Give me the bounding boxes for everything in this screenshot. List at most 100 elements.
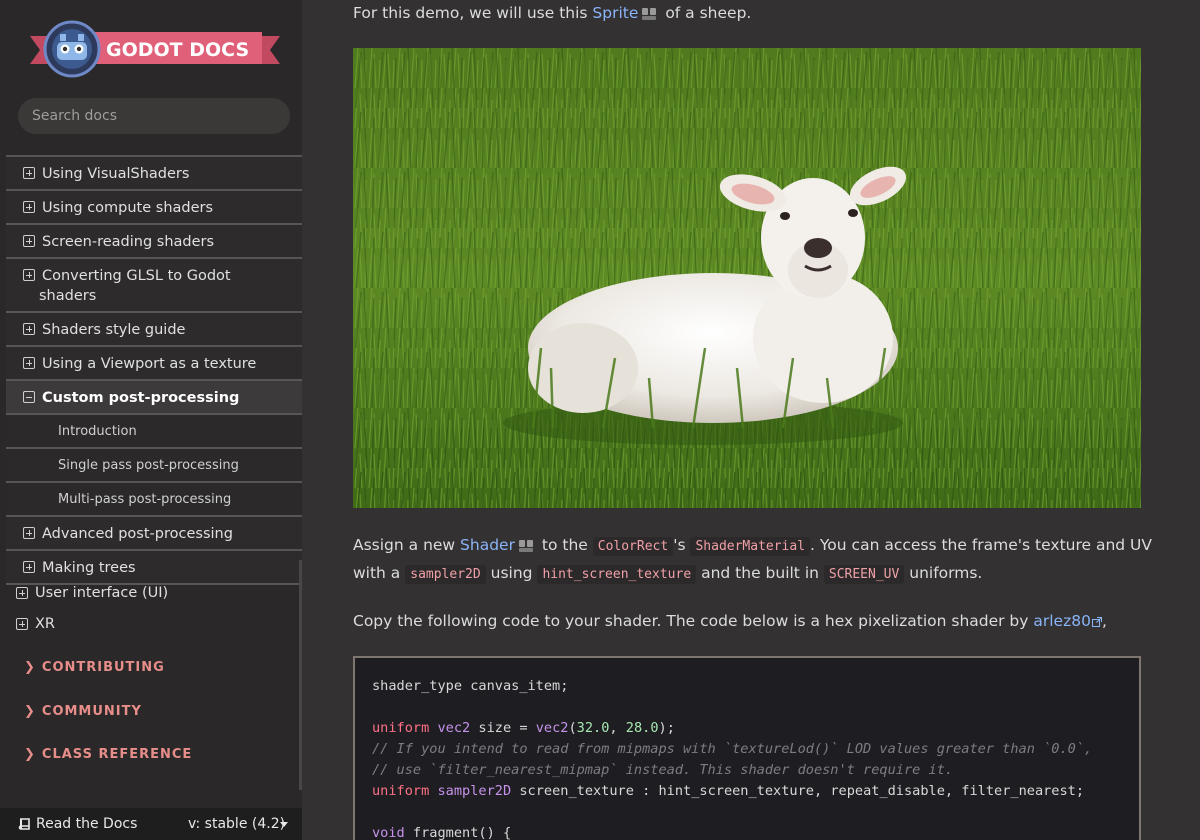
toc-item-using-visualshaders[interactable]: Using VisualShaders — [6, 157, 302, 191]
text: Copy the following code to your shader. … — [353, 612, 1034, 630]
code-number: 28.0 — [625, 720, 659, 736]
text: with a — [353, 564, 406, 582]
sprite-link[interactable]: Sprite — [592, 4, 638, 22]
toc-item-label: Introduction — [58, 424, 137, 439]
collapse-minus-icon[interactable] — [23, 391, 35, 403]
godot-docs-logo[interactable]: GODOT DOCS — [22, 18, 286, 80]
text: uniforms. — [904, 564, 983, 582]
toc-tree: Using VisualShaders Using compute shader… — [6, 157, 302, 585]
text: and the built in — [696, 564, 824, 582]
chevron-right-icon: ❯ — [24, 704, 36, 719]
toc-item-label: Custom post-processing — [42, 390, 240, 406]
inline-code-screen-uv: SCREEN_UV — [823, 565, 905, 584]
toc-item-label: Multi-pass post-processing — [58, 492, 232, 507]
paragraph-intro: For this demo, we will use this Sprite o… — [353, 0, 1153, 27]
expand-plus-icon[interactable] — [23, 527, 35, 539]
doc-badge-icon — [642, 7, 657, 20]
code-text: ( — [568, 720, 577, 736]
search-input[interactable] — [18, 98, 290, 134]
expand-plus-icon[interactable] — [23, 323, 35, 335]
shader-code: shader_type canvas_item; uniform vec2 si… — [372, 676, 1092, 840]
inline-code-sampler2d: sampler2D — [405, 565, 486, 584]
inline-code-shadermaterial: ShaderMaterial — [690, 537, 811, 556]
arlez80-link[interactable]: arlez80 — [1033, 612, 1091, 630]
code-block[interactable]: shader_type canvas_item; uniform vec2 si… — [353, 656, 1141, 840]
text: to the — [536, 536, 593, 554]
rtd-label: Read the Docs — [36, 816, 138, 832]
code-type: void — [372, 825, 405, 840]
toc-item-xr[interactable]: XR — [0, 609, 302, 640]
caption-label: CLASS REFERENCE — [41, 747, 193, 762]
chevron-right-icon: ❯ — [24, 747, 36, 762]
paragraph-assign-shader: Assign a new Shader to the ColorRect's S… — [353, 532, 1153, 588]
expand-plus-icon[interactable] — [16, 618, 28, 630]
toc-item-screen-reading-shaders[interactable]: Screen-reading shaders — [6, 225, 302, 259]
text: 's — [673, 536, 691, 554]
toc-item-converting-glsl[interactable]: Converting GLSL to Godot shaders — [6, 259, 302, 313]
version-selector[interactable]: v: stable (4.2) — [188, 808, 285, 840]
text: . You can access the frame's texture and… — [810, 536, 1153, 554]
sheep-image — [353, 48, 1141, 508]
toc-item-label: Using VisualShaders — [42, 166, 190, 182]
toc-item-label: Screen-reading shaders — [42, 234, 215, 250]
code-text: screen_texture : hint_screen_texture, re… — [511, 783, 1085, 799]
text: using — [485, 564, 538, 582]
code-text: , — [609, 720, 626, 736]
chevron-right-icon: ❯ — [24, 660, 36, 675]
toc-item-label: XR — [35, 616, 56, 632]
code-text: size = — [470, 720, 536, 736]
sidebar: GODOT DOCS Using VisualShaders Using com… — [0, 0, 302, 840]
toc-item-label: Advanced post-processing — [42, 526, 233, 542]
expand-plus-icon[interactable] — [23, 167, 35, 179]
code-keyword: uniform — [372, 720, 430, 736]
toc-item-label: User interface (UI) — [35, 585, 169, 601]
code-keyword: uniform — [372, 783, 430, 799]
toc-item-label: Using a Viewport as a texture — [42, 356, 257, 372]
text: , — [1101, 612, 1107, 630]
expand-plus-icon[interactable] — [16, 587, 28, 599]
toc-item-label: Using compute shaders — [42, 200, 214, 216]
inline-code-colorrect: ColorRect — [592, 537, 674, 556]
caption-community[interactable]: ❯ COMMUNITY — [24, 704, 142, 719]
toc-item-label: Shaders style guide — [42, 322, 186, 338]
toc-item-shaders-style-guide[interactable]: Shaders style guide — [6, 313, 302, 347]
expand-plus-icon[interactable] — [23, 269, 35, 281]
text: For this demo, we will use this — [353, 4, 593, 22]
caption-contributing[interactable]: ❯ CONTRIBUTING — [24, 660, 165, 675]
caption-label: CONTRIBUTING — [41, 660, 165, 675]
toc-item-user-interface[interactable]: User interface (UI) — [0, 578, 302, 609]
code-comment: // use `filter_nearest_mipmap` instead. … — [372, 762, 954, 778]
expand-plus-icon[interactable] — [23, 201, 35, 213]
text: Assign a new — [353, 536, 461, 554]
caption-class-reference[interactable]: ❯ CLASS REFERENCE — [24, 747, 192, 762]
toc-item-label: Single pass post-processing — [58, 458, 239, 473]
toc-item-advanced-post-processing[interactable]: Advanced post-processing — [6, 517, 302, 551]
toc-item-label-line1: Converting GLSL to Godot — [42, 268, 231, 284]
toc-item-viewport-texture[interactable]: Using a Viewport as a texture — [6, 347, 302, 381]
code-line: shader_type canvas_item; — [372, 678, 569, 694]
toc-item-custom-post-processing[interactable]: Custom post-processing — [6, 381, 302, 415]
shader-link[interactable]: Shader — [460, 536, 515, 554]
toc-subitem-single-pass[interactable]: Single pass post-processing — [6, 449, 302, 483]
external-link-icon — [1091, 616, 1102, 627]
main-content: For this demo, we will use this Sprite o… — [302, 0, 1200, 840]
logo-text: GODOT DOCS — [106, 39, 249, 61]
toc-item-label-line2: shaders — [39, 288, 97, 304]
toc-level1: User interface (UI) XR — [0, 578, 302, 640]
text: of a sheep. — [660, 4, 752, 22]
code-number: 32.0 — [576, 720, 610, 736]
toc-subitem-multi-pass[interactable]: Multi-pass post-processing — [6, 483, 302, 517]
code-text: ); — [658, 720, 675, 736]
expand-plus-icon[interactable] — [23, 357, 35, 369]
expand-plus-icon[interactable] — [23, 561, 35, 573]
toc-subitem-introduction[interactable]: Introduction — [6, 415, 302, 449]
read-the-docs-bar[interactable]: Read the Docs v: stable (4.2) — [0, 808, 302, 840]
doc-badge-icon — [518, 539, 533, 552]
expand-plus-icon[interactable] — [23, 235, 35, 247]
toc-item-label: Making trees — [42, 560, 136, 576]
caret-down-icon — [280, 822, 288, 827]
toc-item-using-compute-shaders[interactable]: Using compute shaders — [6, 191, 302, 225]
inline-code-hint-screen-texture: hint_screen_texture — [537, 565, 697, 584]
caption-label: COMMUNITY — [41, 704, 142, 719]
paragraph-copy-code: Copy the following code to your shader. … — [353, 608, 1153, 635]
